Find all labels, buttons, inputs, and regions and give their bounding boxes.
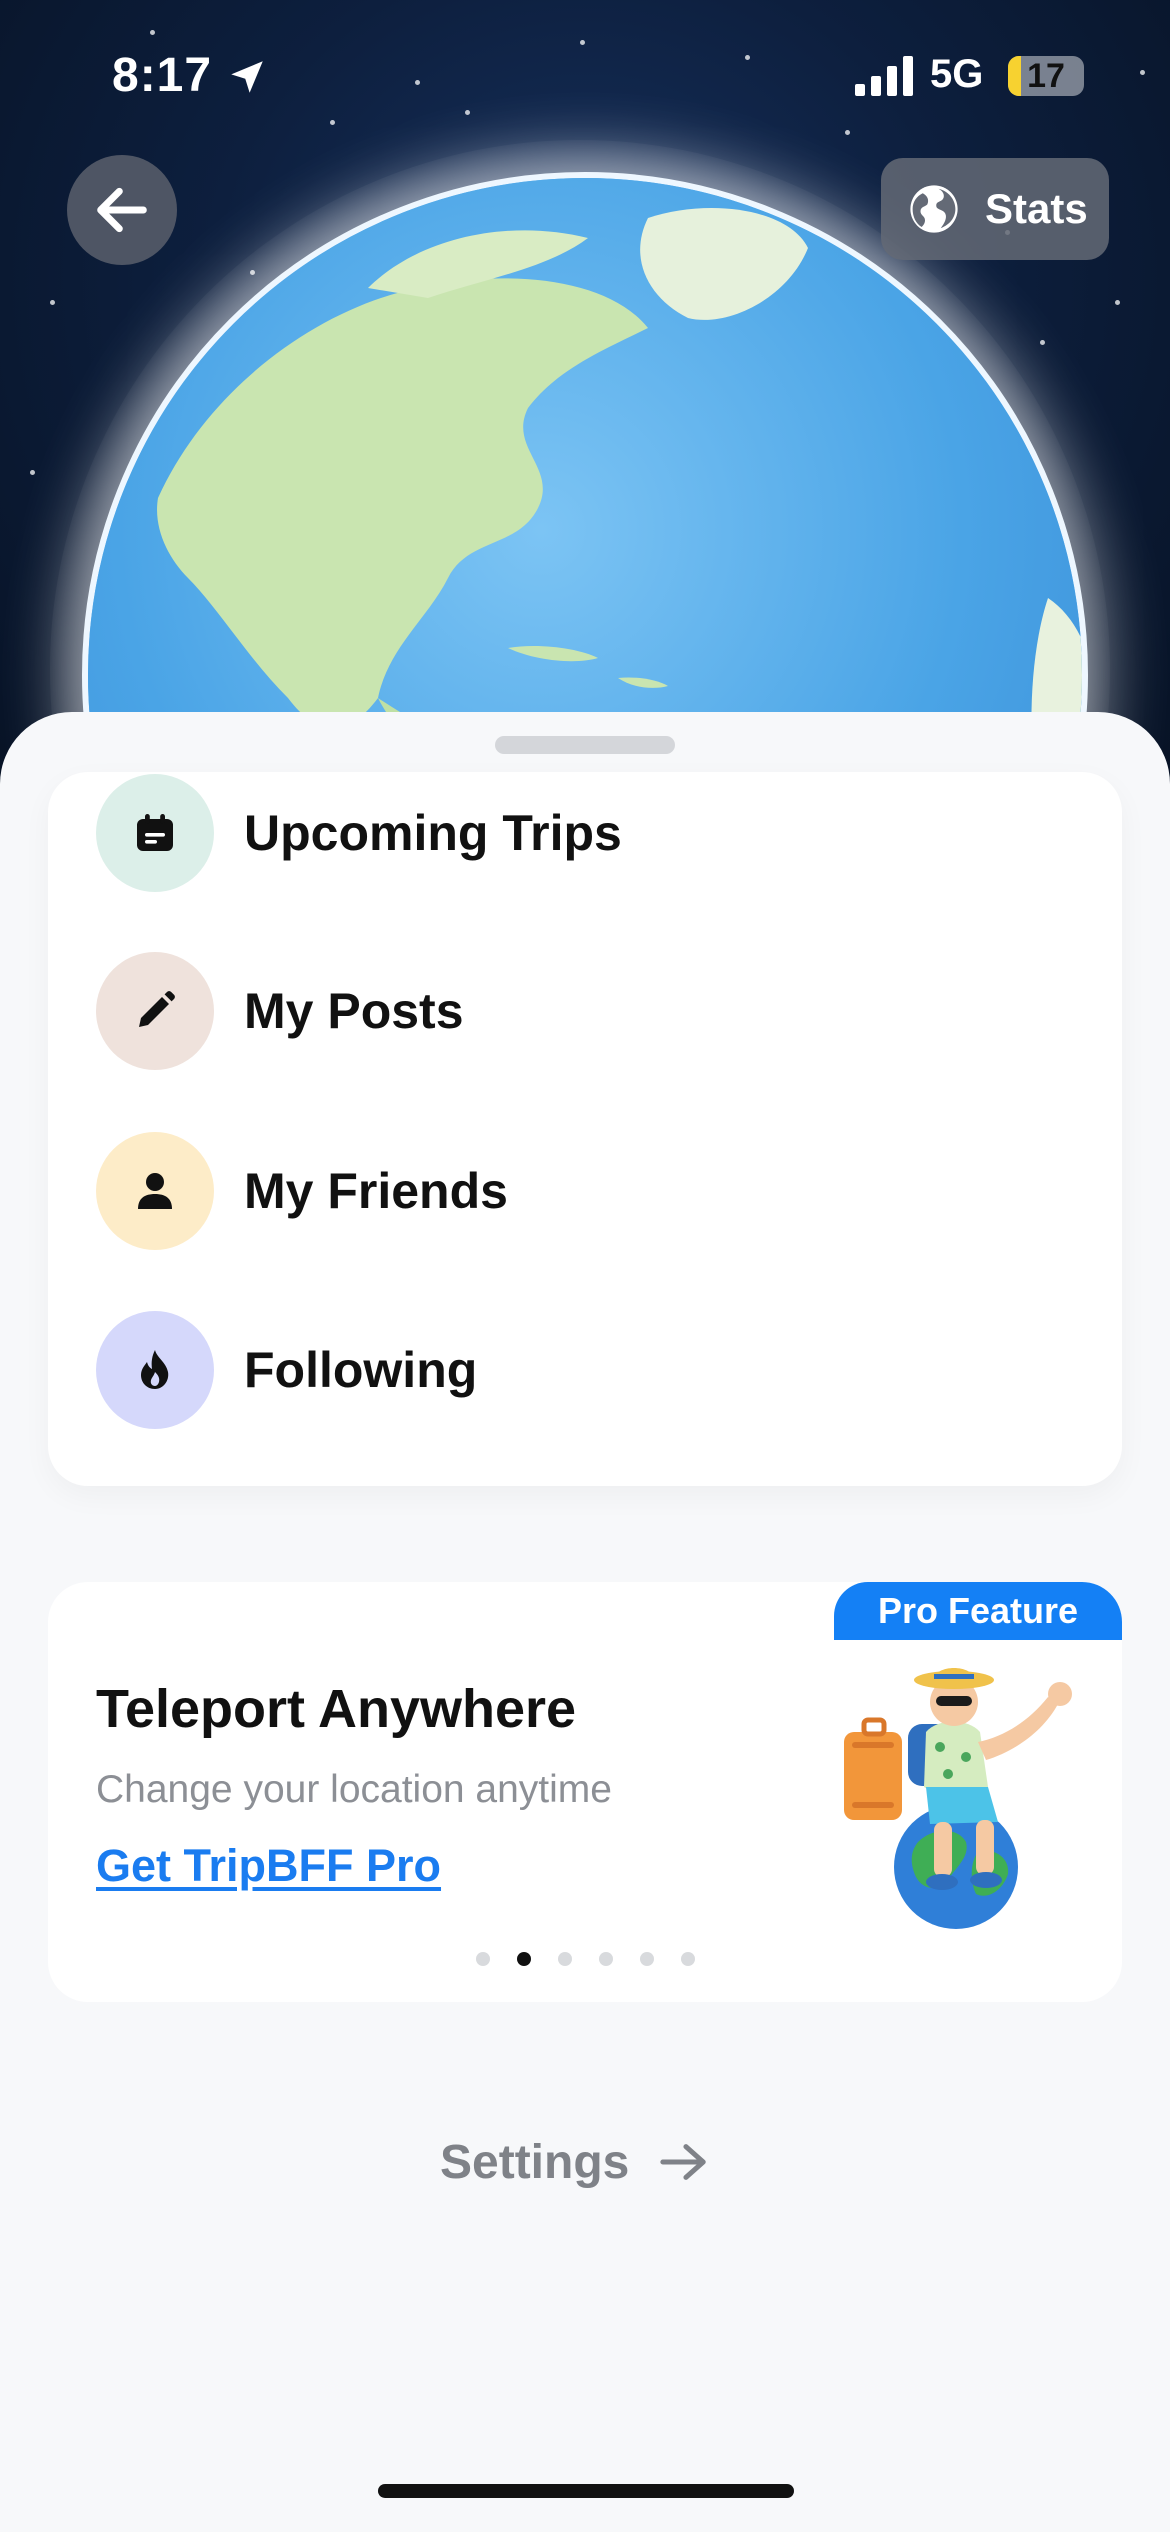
settings-label: Settings (440, 2135, 630, 2189)
battery-indicator: 17 (1008, 56, 1084, 96)
promo-subtitle: Change your location anytime (96, 1768, 612, 1811)
status-bar: 8:17 5G 17 (0, 0, 1170, 150)
home-indicator (378, 2484, 794, 2498)
traveler-on-globe-illustration (844, 1668, 1072, 1929)
profile-menu-card: Upcoming Trips My Posts My Friends Follo… (48, 772, 1122, 1486)
arrow-left-icon (97, 187, 147, 233)
menu-item-following[interactable]: Following (96, 1305, 996, 1435)
bottom-sheet: Upcoming Trips My Posts My Friends Follo… (0, 712, 1170, 2532)
pro-promo-card[interactable]: Pro Feature Teleport Anywhere Change you… (48, 1582, 1122, 2002)
battery-percent: 17 (1027, 57, 1065, 95)
person-icon (138, 1173, 172, 1209)
pro-feature-badge: Pro Feature (834, 1582, 1122, 1640)
menu-icon-circle (96, 1311, 214, 1429)
pencil-icon (139, 991, 175, 1027)
cellular-signal-icon (855, 56, 913, 96)
network-type: 5G (930, 52, 984, 96)
location-arrow-icon (231, 61, 263, 93)
menu-label-following: Following (244, 1342, 478, 1398)
carousel-dot[interactable] (680, 1952, 695, 1966)
carousel-dot[interactable] (475, 1952, 490, 1966)
star (50, 300, 55, 305)
carousel-page-indicator[interactable] (48, 1952, 1122, 1966)
back-button[interactable] (67, 155, 177, 265)
menu-label-upcoming-trips: Upcoming Trips (244, 805, 622, 861)
status-time: 8:17 (112, 49, 213, 102)
menu-label-my-friends: My Friends (244, 1163, 508, 1219)
menu-item-my-posts[interactable]: My Posts (96, 946, 996, 1076)
calendar-icon (137, 814, 173, 851)
flame-icon (141, 1350, 169, 1389)
earth-globe[interactable] (82, 172, 1088, 800)
menu-icon-circle (96, 774, 214, 892)
menu-label-my-posts: My Posts (244, 983, 464, 1039)
stats-label: Stats (985, 185, 1088, 232)
arrow-right-icon (660, 2144, 707, 2180)
star (30, 470, 35, 475)
stats-button[interactable]: Stats (881, 158, 1109, 260)
star (1040, 340, 1045, 345)
carousel-dot[interactable] (598, 1952, 613, 1966)
get-pro-link[interactable]: Get TripBFF Pro (96, 1840, 441, 1892)
star (1115, 300, 1120, 305)
carousel-dot[interactable] (557, 1952, 572, 1966)
menu-item-upcoming-trips[interactable]: Upcoming Trips (96, 768, 996, 898)
globe-icon (910, 185, 958, 233)
carousel-dot[interactable] (639, 1952, 654, 1966)
menu-icon-circle (96, 1132, 214, 1250)
sheet-grabber-handle[interactable] (495, 736, 675, 754)
carousel-dot-active[interactable] (516, 1952, 531, 1966)
menu-item-my-friends[interactable]: My Friends (96, 1126, 996, 1256)
settings-link[interactable]: Settings (440, 2127, 709, 2197)
promo-title: Teleport Anywhere (96, 1679, 577, 1739)
menu-icon-circle (96, 952, 214, 1070)
